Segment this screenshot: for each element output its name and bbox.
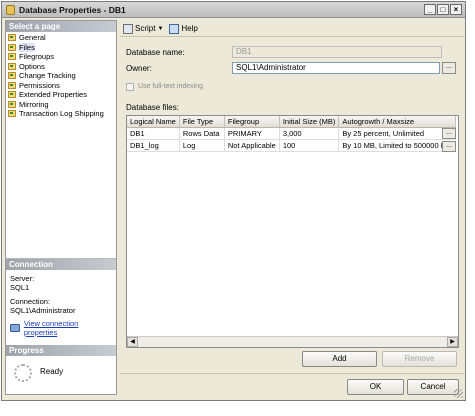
- left-pane: Select a page General Files Filegroups O…: [5, 20, 117, 395]
- view-connection-properties-link[interactable]: View connection properties: [24, 319, 112, 337]
- help-button[interactable]: Help: [169, 23, 198, 34]
- select-page-header: Select a page: [6, 21, 116, 32]
- column-header-initial-size[interactable]: Initial Size (MB): [279, 116, 340, 128]
- page-item-mirroring[interactable]: Mirroring: [8, 100, 116, 110]
- chevron-down-icon: ▼: [157, 25, 164, 32]
- owner-field[interactable]: SQL1\Administrator: [232, 62, 440, 74]
- connection-info: Server: SQL1 Connection: SQL1\Administra…: [6, 270, 116, 345]
- autogrowth-edit-button[interactable]: ...: [442, 128, 456, 139]
- table-row[interactable]: DB1 Rows Data PRIMARY 3,000 By 25 percen…: [127, 127, 456, 140]
- cell-logical-name[interactable]: DB1: [127, 127, 180, 140]
- page-icon: [8, 62, 16, 70]
- maximize-button[interactable]: □: [437, 4, 449, 15]
- page-icon: [8, 100, 16, 108]
- progress-panel: Ready: [6, 356, 116, 416]
- toolbar: Script ▼ Help: [120, 21, 464, 37]
- fulltext-indexing-label: Use full-text indexing: [138, 83, 203, 90]
- close-button[interactable]: ×: [450, 4, 462, 15]
- resize-grip-icon[interactable]: [454, 389, 463, 398]
- owner-label: Owner:: [126, 64, 152, 73]
- horizontal-scrollbar[interactable]: ◀ ▶: [127, 336, 458, 347]
- fulltext-indexing-checkbox: [126, 83, 134, 91]
- connection-header: Connection: [6, 259, 116, 270]
- page-item-filegroups[interactable]: Filegroups: [8, 52, 116, 62]
- title-bar: Database Properties - DB1 _ □ ×: [2, 2, 465, 18]
- server-label: Server:: [10, 274, 35, 283]
- progress-status: Ready: [40, 367, 64, 376]
- cancel-button[interactable]: Cancel: [407, 379, 459, 395]
- progress-header: Progress: [6, 345, 116, 356]
- page-icon: [8, 110, 16, 118]
- page-icon: [8, 81, 16, 89]
- cell-initial-size[interactable]: 100: [279, 139, 340, 152]
- page-item-general[interactable]: General: [8, 33, 116, 43]
- page-icon: [8, 72, 16, 80]
- page-item-transaction-log-shipping[interactable]: Transaction Log Shipping: [8, 109, 116, 119]
- column-header-file-type[interactable]: File Type: [179, 116, 225, 128]
- page-icon: [8, 43, 16, 51]
- page-item-permissions[interactable]: Permissions: [8, 81, 116, 91]
- page-icon: [8, 53, 16, 61]
- scroll-right-icon[interactable]: ▶: [447, 337, 458, 347]
- remove-button: Remove: [382, 351, 457, 367]
- cell-filegroup[interactable]: PRIMARY: [224, 127, 280, 140]
- footer-divider: [120, 373, 464, 374]
- database-properties-window: Database Properties - DB1 _ □ × Select a…: [1, 1, 466, 401]
- database-icon: [6, 5, 15, 15]
- page-item-files[interactable]: Files: [8, 42, 116, 53]
- window-title: Database Properties - DB1: [19, 5, 126, 15]
- cell-file-type[interactable]: Rows Data: [179, 127, 225, 140]
- grid-header-row: Logical Name File Type Filegroup Initial…: [127, 116, 456, 128]
- connection-properties-icon: [10, 324, 20, 332]
- database-files-grid[interactable]: Logical Name File Type Filegroup Initial…: [126, 115, 459, 348]
- cell-autogrowth[interactable]: By 10 MB, Limited to 500000 MB: [338, 139, 456, 152]
- page-item-change-tracking[interactable]: Change Tracking: [8, 71, 116, 81]
- cell-initial-size[interactable]: 3,000: [279, 127, 340, 140]
- connection-value: SQL1\Administrator: [10, 306, 76, 315]
- autogrowth-edit-button[interactable]: ...: [442, 141, 456, 152]
- page-icon: [8, 34, 16, 42]
- cell-file-type[interactable]: Log: [179, 139, 225, 152]
- column-header-logical-name[interactable]: Logical Name: [127, 116, 180, 128]
- page-item-extended-properties[interactable]: Extended Properties: [8, 90, 116, 100]
- column-header-filegroup[interactable]: Filegroup: [224, 116, 280, 128]
- script-icon: [123, 23, 133, 34]
- cell-filegroup[interactable]: Not Applicable: [224, 139, 280, 152]
- database-name-field: DB1: [232, 46, 442, 58]
- table-row[interactable]: DB1_log Log Not Applicable 100 By 10 MB,…: [127, 139, 456, 152]
- cell-logical-name[interactable]: DB1_log: [127, 139, 180, 152]
- database-name-label: Database name:: [126, 48, 185, 57]
- database-files-label: Database files:: [126, 103, 179, 112]
- script-button[interactable]: Script ▼: [123, 23, 164, 34]
- page-list: General Files Filegroups Options Change …: [6, 32, 116, 259]
- owner-browse-button[interactable]: ...: [442, 62, 456, 74]
- ok-button[interactable]: OK: [347, 379, 404, 395]
- progress-spinner-icon: [14, 364, 32, 382]
- cell-autogrowth[interactable]: By 25 percent, Unlimited: [338, 127, 456, 140]
- scroll-left-icon[interactable]: ◀: [127, 337, 138, 347]
- page-item-options[interactable]: Options: [8, 62, 116, 72]
- minimize-button[interactable]: _: [424, 4, 436, 15]
- column-header-autogrowth[interactable]: Autogrowth / Maxsize: [338, 116, 456, 128]
- server-value: SQL1: [10, 283, 30, 292]
- connection-label: Connection:: [10, 297, 51, 306]
- help-icon: [169, 23, 180, 34]
- add-button[interactable]: Add: [302, 351, 377, 367]
- page-icon: [8, 91, 16, 99]
